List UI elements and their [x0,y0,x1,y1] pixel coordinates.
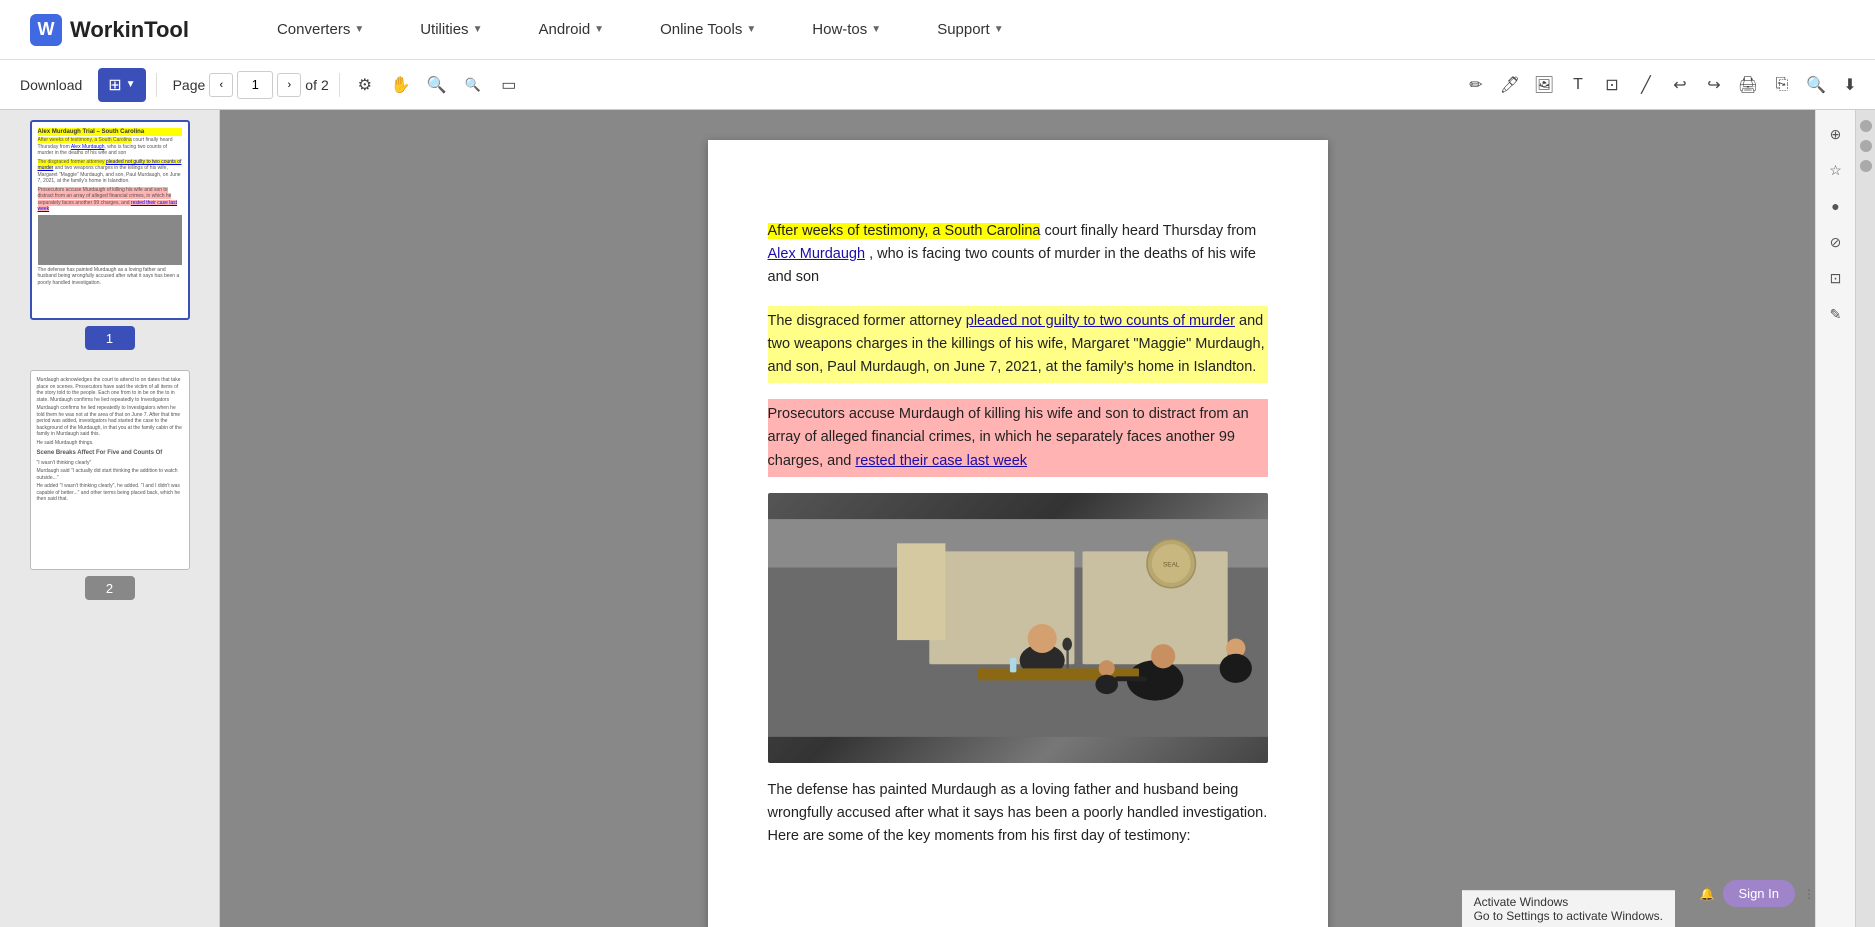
courtroom-svg: SEAL [768,493,1268,763]
share-button[interactable]: ⎘ [1767,70,1797,100]
settings-button[interactable]: ⚙ [350,70,380,100]
chevron-down-icon: ▼ [594,24,604,35]
page-total: 2 [321,77,329,93]
page-1-thumbnail[interactable]: Alex Murdaugh Trial – South Carolina Aft… [30,120,190,320]
far-right-indicator-2 [1860,140,1872,152]
nav-online-tools[interactable]: Online Tools ▼ [652,17,764,42]
page-label: Page [173,77,206,93]
view-toggle-button[interactable]: ⊞ ▼ [98,68,145,102]
prev-page-button[interactable]: ‹ [209,73,233,97]
draw-tool-button[interactable]: ✏ [1461,70,1491,100]
logo-text: WorkinTool [70,17,189,43]
page-number-input[interactable] [237,71,273,99]
download-button[interactable]: Download [10,68,92,102]
page-of-label: of [305,77,317,93]
page-view-button[interactable]: ▭ [494,70,524,100]
redo-button[interactable]: ↪ [1699,70,1729,100]
chevron-down-icon: ▼ [473,24,483,35]
nav-how-tos[interactable]: How-tos ▼ [804,17,889,42]
line-tool-button[interactable]: ╱ [1631,70,1661,100]
right-panel-btn-4[interactable]: ⊘ [1822,228,1850,256]
page-2-thumbnail-container: Murdaugh acknowledges the court to atten… [10,370,209,600]
print-button[interactable]: 🖨 [1733,70,1763,100]
page-1-thumbnail-container: Alex Murdaugh Trial – South Carolina Aft… [10,120,209,350]
nav-converters[interactable]: Converters ▼ [269,17,372,42]
pdf-viewer[interactable]: After weeks of testimony, a South Caroli… [220,110,1815,927]
text-tool-button[interactable]: T [1563,70,1593,100]
page-2-thumbnail[interactable]: Murdaugh acknowledges the court to atten… [30,370,190,570]
right-panel-btn-6[interactable]: ✎ [1822,300,1850,328]
activate-subtitle: Go to Settings to activate Windows. [1474,909,1663,923]
far-right-indicator-3 [1860,160,1872,172]
toolbar: Download ⊞ ▼ Page ‹ › of 2 ⚙ ✋ 🔍 🔍 ▭ ✏ 🖊… [0,60,1875,110]
right-panel-btn-3[interactable]: ● [1822,192,1850,220]
chevron-down-icon: ▼ [871,24,881,35]
nav-utilities[interactable]: Utilities ▼ [412,17,490,42]
toolbar-divider [156,73,157,97]
nav-support[interactable]: Support ▼ [929,17,1011,42]
right-panel-btn-5[interactable]: ⊡ [1822,264,1850,292]
undo-button[interactable]: ↩ [1665,70,1695,100]
page-navigation: Page ‹ › of 2 [173,71,329,99]
paragraph-3: Prosecutors accuse Murdaugh of killing h… [768,399,1268,477]
thumbnail-sidebar: Alex Murdaugh Trial – South Carolina Aft… [0,110,220,927]
chevron-down-icon: ▼ [354,24,364,35]
activate-title: Activate Windows [1474,895,1663,909]
signin-button[interactable]: Sign In [1723,880,1795,907]
zoom-in-button[interactable]: 🔍 [422,70,452,100]
chevron-down-icon: ▼ [126,79,136,90]
hand-tool-button[interactable]: ✋ [386,70,416,100]
plea-link[interactable]: pleaded not guilty to two counts of murd… [966,313,1235,329]
search-toolbar-button[interactable]: 🔍 [1801,70,1831,100]
rested-case-link[interactable]: rested their case last week [855,453,1027,469]
far-right-panel [1855,110,1875,927]
highlighted-text-1: After weeks of testimony, a South Caroli… [768,223,1041,239]
main-area: Alex Murdaugh Trial – South Carolina Aft… [0,110,1875,927]
paragraph-4: The defense has painted Murdaugh as a lo… [768,779,1268,849]
right-panel: ⊕ ☆ ● ⊘ ⊡ ✎ [1815,110,1855,927]
chevron-down-icon: ▼ [746,24,756,35]
page-1-label[interactable]: 1 [85,326,135,350]
signin-hint: 🔔 [1700,887,1715,901]
right-toolbar: ✏ 🖊 🖼 T ⊡ ╱ ↩ ↪ 🖨 ⎘ 🔍 ⬇ [1461,70,1865,100]
save-button[interactable]: ⬇ [1835,70,1865,100]
paragraph-1: After weeks of testimony, a South Caroli… [768,220,1268,290]
alex-murdaugh-link[interactable]: Alex Murdaugh [768,246,866,262]
zoom-out-button[interactable]: 🔍 [458,70,488,100]
image-tool-button[interactable]: 🖼 [1529,70,1559,100]
toolbar-divider-2 [339,73,340,97]
courtroom-image: SEAL [768,493,1268,763]
next-page-button[interactable]: › [277,73,301,97]
page-2-label[interactable]: 2 [85,576,135,600]
paragraph-2: The disgraced former attorney pleaded no… [768,306,1268,384]
pdf-page-1: After weeks of testimony, a South Caroli… [708,140,1328,927]
more-options-icon[interactable]: ⋮ [1803,887,1815,901]
logo-area[interactable]: W WorkinTool [30,14,189,46]
svg-text:SEAL: SEAL [1162,561,1179,568]
nav-android[interactable]: Android ▼ [530,17,612,42]
highlight-tool-button[interactable]: 🖊 [1495,70,1525,100]
top-navigation: W WorkinTool Converters ▼ Utilities ▼ An… [0,0,1875,60]
crop-tool-button[interactable]: ⊡ [1597,70,1627,100]
activate-windows-banner: Activate Windows Go to Settings to activ… [1462,890,1675,927]
chevron-down-icon: ▼ [994,24,1004,35]
logo-icon: W [30,14,62,46]
signin-area: 🔔 Sign In ⋮ [1700,880,1815,907]
far-right-indicator-1 [1860,120,1872,132]
grid-icon: ⊞ [108,75,121,95]
right-panel-btn-2[interactable]: ☆ [1822,156,1850,184]
right-panel-btn-1[interactable]: ⊕ [1822,120,1850,148]
